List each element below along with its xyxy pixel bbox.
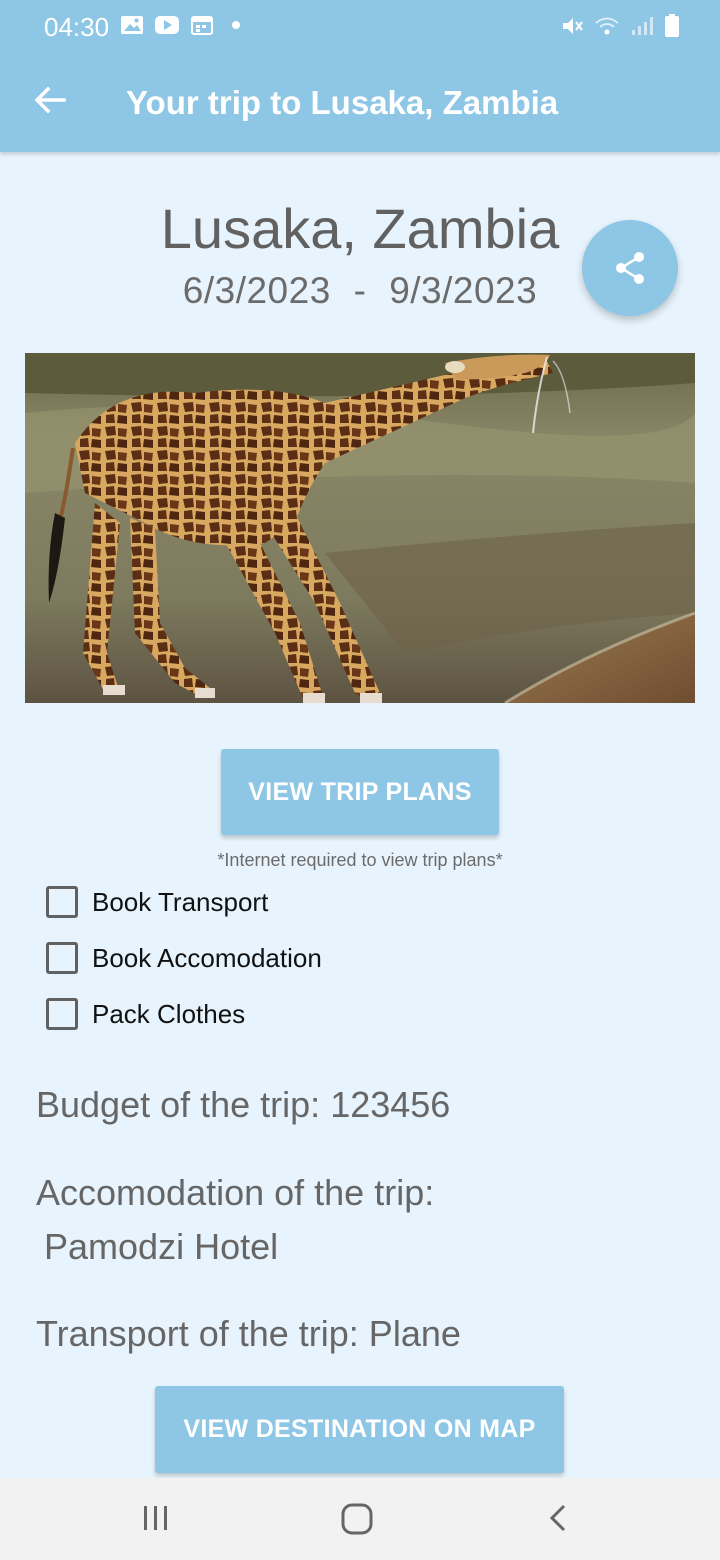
signal-icon — [632, 17, 653, 35]
image-icon — [121, 16, 143, 34]
back-nav-icon[interactable] — [546, 1502, 570, 1534]
checklist-label: Book Transport — [92, 886, 269, 917]
battery-icon — [665, 14, 679, 37]
status-icons-left — [120, 14, 240, 36]
back-arrow-icon — [34, 86, 66, 114]
view-destination-map-button[interactable]: VIEW DESTINATION ON MAP — [155, 1386, 564, 1473]
wifi-icon — [595, 17, 619, 35]
budget-text: Budget of the trip: 123456 — [36, 1084, 451, 1125]
checkbox-pack-clothes[interactable] — [46, 998, 78, 1030]
status-icons-right — [560, 14, 680, 38]
status-time: 04:30 — [44, 12, 110, 42]
checkbox-book-accomodation[interactable] — [46, 942, 78, 974]
checklist-item[interactable]: Book Transport — [46, 882, 268, 922]
transport-text: Transport of the trip: Plane — [36, 1313, 461, 1354]
share-icon — [616, 252, 644, 284]
internet-note: *Internet required to view trip plans* — [217, 850, 503, 870]
top-bar: 04:30 Your trip to Lusaka, Zambia — [0, 0, 720, 152]
app-title: Your trip to Lusaka, Zambia — [126, 84, 559, 121]
app-bar: Your trip to Lusaka, Zambia — [0, 54, 720, 152]
share-button[interactable] — [582, 220, 678, 316]
home-icon[interactable] — [340, 1502, 374, 1536]
start-date: 6/3/2023 — [182, 270, 331, 311]
checklist-label: Pack Clothes — [92, 998, 246, 1029]
checkbox-book-transport[interactable] — [46, 886, 78, 918]
giraffe-image — [25, 353, 695, 703]
accommodation-value: Pamodzi Hotel — [44, 1226, 279, 1267]
view-trip-plans-button[interactable]: VIEW TRIP PLANS — [221, 749, 499, 835]
checklist-item[interactable]: Book Accomodation — [46, 938, 322, 978]
checklist-label: Book Accomodation — [92, 942, 322, 973]
destination-photo — [25, 353, 695, 703]
accommodation-label: Accomodation of the trip: — [36, 1172, 435, 1213]
calendar-icon — [191, 16, 213, 35]
navigation-bar — [0, 1478, 720, 1560]
end-date: 9/3/2023 — [389, 270, 538, 311]
checklist-item[interactable]: Pack Clothes — [46, 994, 245, 1034]
youtube-icon — [155, 16, 179, 34]
notification-dot-icon — [232, 21, 240, 29]
status-bar: 04:30 — [0, 0, 720, 54]
mute-icon — [563, 18, 583, 34]
date-separator: - — [353, 270, 367, 311]
recents-icon[interactable] — [140, 1502, 172, 1534]
back-button[interactable] — [28, 78, 72, 122]
